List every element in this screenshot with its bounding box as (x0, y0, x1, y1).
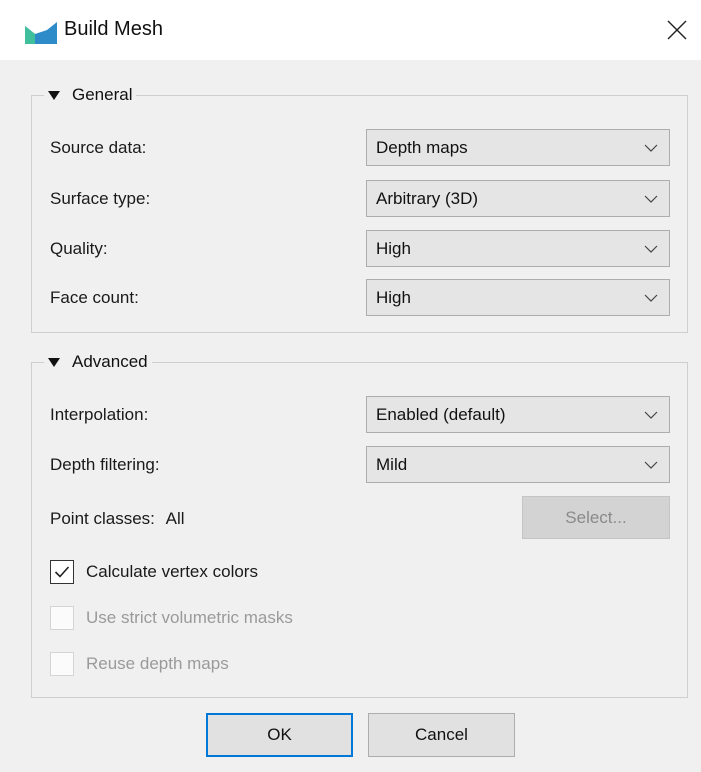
chevron-down-icon (633, 181, 669, 216)
title-bar: Build Mesh (0, 0, 701, 60)
source-data-label: Source data: (50, 138, 147, 157)
strict-volumetric-masks-checkbox[interactable] (50, 606, 74, 630)
window-title: Build Mesh (64, 18, 163, 40)
chevron-down-icon (633, 280, 669, 315)
close-button[interactable] (657, 10, 697, 50)
chevron-down-icon (633, 231, 669, 266)
reuse-depth-maps-option[interactable]: Reuse depth maps (50, 652, 229, 676)
general-group-title: General (72, 85, 133, 104)
chevron-down-icon (633, 397, 669, 432)
source-data-value: Depth maps (376, 137, 468, 157)
quality-value: High (376, 238, 411, 258)
source-data-select[interactable]: Depth maps (366, 129, 670, 166)
quality-label: Quality: (50, 239, 108, 258)
collapse-triangle-icon (48, 90, 60, 100)
face-count-value: High (376, 287, 411, 307)
chevron-down-icon (633, 447, 669, 482)
surface-type-select[interactable]: Arbitrary (3D) (366, 180, 670, 217)
advanced-group-header[interactable]: Advanced (44, 350, 152, 374)
close-icon (667, 20, 687, 40)
face-count-label: Face count: (50, 288, 139, 307)
point-classes-caption: Point classes: (50, 509, 155, 528)
face-count-select[interactable]: High (366, 279, 670, 316)
ok-button[interactable]: OK (206, 713, 353, 757)
surface-type-label: Surface type: (50, 189, 151, 208)
advanced-group-title: Advanced (72, 352, 148, 371)
mesh-app-icon (25, 22, 57, 44)
strict-volumetric-masks-label: Use strict volumetric masks (86, 608, 293, 627)
general-group-header[interactable]: General (44, 83, 137, 107)
cancel-button[interactable]: Cancel (368, 713, 515, 757)
point-classes-value: All (165, 509, 185, 528)
interpolation-select[interactable]: Enabled (default) (366, 396, 670, 433)
depth-filtering-label: Depth filtering: (50, 455, 160, 474)
reuse-depth-maps-checkbox[interactable] (50, 652, 74, 676)
checkmark-icon (54, 566, 70, 578)
select-point-classes-button[interactable]: Select... (522, 496, 670, 539)
interpolation-value: Enabled (default) (376, 404, 506, 424)
surface-type-value: Arbitrary (3D) (376, 188, 479, 208)
calculate-vertex-colors-option[interactable]: Calculate vertex colors (50, 560, 258, 584)
chevron-down-icon (633, 130, 669, 165)
calculate-vertex-colors-checkbox[interactable] (50, 560, 74, 584)
reuse-depth-maps-label: Reuse depth maps (86, 654, 229, 673)
interpolation-label: Interpolation: (50, 405, 149, 424)
quality-select[interactable]: High (366, 230, 670, 267)
depth-filtering-value: Mild (376, 454, 408, 474)
depth-filtering-select[interactable]: Mild (366, 446, 670, 483)
collapse-triangle-icon (48, 357, 60, 367)
calculate-vertex-colors-label: Calculate vertex colors (86, 562, 258, 581)
strict-volumetric-masks-option[interactable]: Use strict volumetric masks (50, 606, 293, 630)
point-classes-label: Point classes: All (50, 509, 185, 529)
